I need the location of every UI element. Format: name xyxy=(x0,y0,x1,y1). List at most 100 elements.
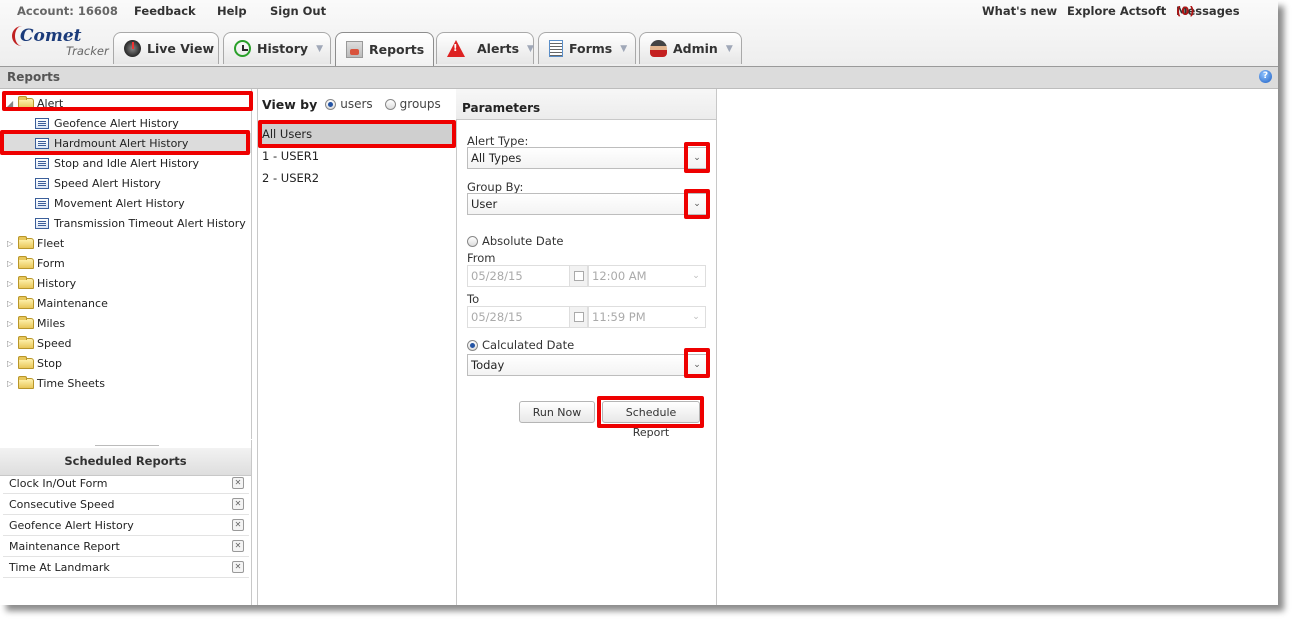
tree-folder-maintenance[interactable]: ▷ Maintenance xyxy=(0,293,251,313)
calendar-icon[interactable] xyxy=(570,306,588,328)
from-label: From xyxy=(467,251,496,265)
group-by-select[interactable]: User ⌄ xyxy=(467,193,707,215)
remove-icon[interactable]: ✕ xyxy=(232,477,244,489)
chevron-down-icon[interactable]: ⌄ xyxy=(687,148,706,168)
radio-groups-label[interactable]: groups xyxy=(400,97,441,111)
sign-out-link[interactable]: Sign Out xyxy=(270,4,326,18)
tab-live-view[interactable]: Live View xyxy=(113,32,219,64)
tree-item-hardmount-alert-history[interactable]: Hardmount Alert History xyxy=(0,133,251,153)
remove-icon[interactable]: ✕ xyxy=(232,498,244,510)
remove-icon[interactable]: ✕ xyxy=(232,540,244,552)
tab-history[interactable]: History ▼ xyxy=(223,32,331,64)
top-links: Account: 16608 Feedback Help Sign Out Wh… xyxy=(0,4,1278,20)
folder-label: Form xyxy=(37,256,65,270)
folder-icon xyxy=(18,315,34,329)
tree-folder-alert[interactable]: ◢ Alert xyxy=(0,93,251,113)
collapsed-icon[interactable]: ▷ xyxy=(7,239,15,248)
collapsed-icon[interactable]: ▷ xyxy=(7,299,15,308)
tree-folder-speed[interactable]: ▷ Speed xyxy=(0,333,251,353)
folder-icon xyxy=(18,355,34,369)
chevron-down-icon: ▼ xyxy=(527,43,534,54)
alert-triangle-icon xyxy=(447,40,465,57)
scheduled-item-label[interactable]: Clock In/Out Form xyxy=(3,477,232,490)
tree-folder-time-sheets[interactable]: ▷ Time Sheets xyxy=(0,373,251,393)
folder-label: Maintenance xyxy=(37,296,108,310)
remove-icon[interactable]: ✕ xyxy=(232,519,244,531)
tree-item-transmission-timeout-alert-history[interactable]: Transmission Timeout Alert History xyxy=(0,213,251,233)
calendar-icon[interactable] xyxy=(570,265,588,287)
tree-item-stop-idle-alert-history[interactable]: Stop and Idle Alert History xyxy=(0,153,251,173)
tab-alerts[interactable]: Alerts ▼ xyxy=(436,32,534,64)
calculated-date-option[interactable]: Calculated Date xyxy=(467,338,574,352)
radio-calculated-date[interactable] xyxy=(467,339,478,351)
absolute-date-option[interactable]: Absolute Date xyxy=(467,234,563,248)
from-time-select[interactable]: 12:00 AM ⌄ xyxy=(588,265,706,287)
scheduled-item-label[interactable]: Time At Landmark xyxy=(3,561,232,574)
chevron-down-icon[interactable]: ⌄ xyxy=(687,194,706,214)
scheduled-reports-panel: Scheduled Reports Clock In/Out Form ✕ Co… xyxy=(0,440,252,605)
tab-reports[interactable]: Reports xyxy=(335,32,434,66)
scheduled-item-label[interactable]: Consecutive Speed xyxy=(3,498,232,511)
tab-label: Forms xyxy=(569,41,613,56)
folder-label: Miles xyxy=(37,316,66,330)
user-row[interactable]: 1 - USER1 xyxy=(258,145,454,167)
feedback-link[interactable]: Feedback xyxy=(134,4,196,18)
to-date-input[interactable]: 05/28/15 xyxy=(467,306,570,328)
user-row-all-users[interactable]: All Users xyxy=(258,123,454,145)
explore-actsoft-link[interactable]: Explore Actsoft xyxy=(1067,4,1166,18)
whats-new-link[interactable]: What's new xyxy=(982,4,1057,18)
collapsed-icon[interactable]: ▷ xyxy=(7,339,15,348)
tree-item-label: Movement Alert History xyxy=(54,196,185,210)
radio-absolute-date[interactable] xyxy=(467,235,478,247)
from-date-input[interactable]: 05/28/15 xyxy=(467,265,570,287)
splitter-handle[interactable] xyxy=(95,445,159,446)
group-by-label: Group By: xyxy=(467,180,524,194)
radio-groups[interactable] xyxy=(384,98,396,110)
comet-tracker-logo: Comet Tracker xyxy=(12,26,112,62)
schedule-report-button[interactable]: Schedule Report xyxy=(602,401,700,439)
tree-folder-form[interactable]: ▷ Form xyxy=(0,253,251,273)
live-view-icon xyxy=(124,40,141,57)
collapsed-icon[interactable]: ▷ xyxy=(7,379,15,388)
user-row[interactable]: 2 - USER2 xyxy=(258,167,454,189)
calculated-date-select[interactable]: Today ⌄ xyxy=(467,354,707,376)
tree-folder-history[interactable]: ▷ History xyxy=(0,273,251,293)
collapsed-icon[interactable]: ▷ xyxy=(7,319,15,328)
tree-item-speed-alert-history[interactable]: Speed Alert History xyxy=(0,173,251,193)
tab-admin[interactable]: Admin ▼ xyxy=(639,32,742,64)
tree-folder-stop[interactable]: ▷ Stop xyxy=(0,353,251,373)
radio-users[interactable] xyxy=(325,98,337,110)
alert-type-select[interactable]: All Types ⌄ xyxy=(467,147,707,169)
tree-folder-fleet[interactable]: ▷ Fleet xyxy=(0,233,251,253)
collapsed-icon[interactable]: ▷ xyxy=(7,359,15,368)
expanded-icon[interactable]: ◢ xyxy=(7,99,15,108)
from-time-value: 12:00 AM xyxy=(592,269,647,283)
collapsed-icon[interactable]: ▷ xyxy=(7,279,15,288)
folder-label: Stop xyxy=(37,356,63,370)
collapsed-icon[interactable]: ▷ xyxy=(7,259,15,268)
radio-users-label[interactable]: users xyxy=(340,97,372,111)
logo-sub: Tracker xyxy=(66,44,109,58)
report-icon xyxy=(35,197,49,209)
reports-title: Reports xyxy=(7,70,61,84)
chevron-down-icon: ▼ xyxy=(725,43,733,54)
tab-label: Alerts xyxy=(477,41,520,56)
to-time-select[interactable]: 11:59 PM ⌄ xyxy=(588,306,706,328)
run-now-button[interactable]: Run Now xyxy=(519,401,595,423)
tree-folder-miles[interactable]: ▷ Miles xyxy=(0,313,251,333)
tree-item-label: Geofence Alert History xyxy=(54,116,179,130)
chevron-down-icon: ⌄ xyxy=(692,271,700,281)
help-link[interactable]: Help xyxy=(217,4,247,18)
scheduled-item-label[interactable]: Maintenance Report xyxy=(3,540,232,553)
tree-item-movement-alert-history[interactable]: Movement Alert History xyxy=(0,193,251,213)
to-label: To xyxy=(467,292,480,306)
tree-item-geofence-alert-history[interactable]: Geofence Alert History xyxy=(0,113,251,133)
parameters-title: Parameters xyxy=(456,89,716,120)
chevron-down-icon[interactable]: ⌄ xyxy=(687,355,706,375)
reports-icon xyxy=(346,41,363,58)
remove-icon[interactable]: ✕ xyxy=(232,561,244,573)
scheduled-item-label[interactable]: Geofence Alert History xyxy=(3,519,232,532)
tab-forms[interactable]: Forms ▼ xyxy=(538,32,636,64)
calculated-date-value: Today xyxy=(471,358,505,372)
help-icon[interactable]: ? xyxy=(1259,70,1272,83)
